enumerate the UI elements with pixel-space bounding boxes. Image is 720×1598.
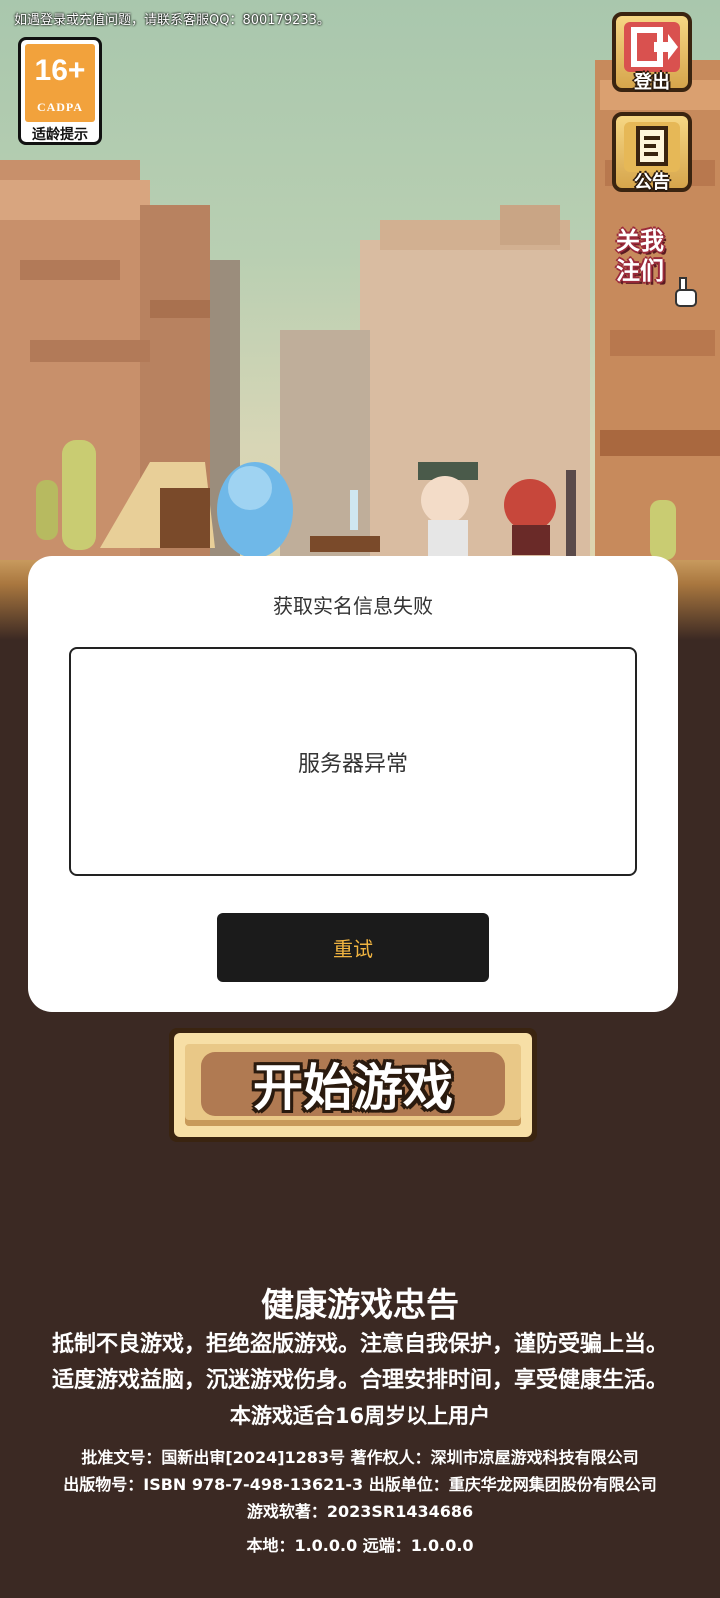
age-rating-label: 适龄提示 [32,127,88,143]
age-rating-number: 16+ [34,54,86,87]
health-advice-age-line: 本游戏适合16周岁以上用户 [229,1404,491,1428]
logout-button[interactable]: 登出 [612,12,692,93]
announcement-button[interactable]: 公告 [612,112,692,193]
dialog-title: 获取实名信息失败 [273,594,433,618]
error-message: 服务器异常 [297,751,408,777]
age-rating-org: CADPA [36,100,84,114]
hand-pointer-icon [675,277,697,307]
age-rating-panel: 16+ CADPA [25,44,95,122]
start-game-label: 开始游戏 [253,1059,453,1117]
health-advice-line1: 抵制不良游戏，拒绝盗版游戏。注意自我保护，谨防受骗上当。 [51,1332,668,1357]
error-message-box: 服务器异常 [69,647,637,876]
logout-label: 登出 [634,72,670,93]
follow-us-line1: 关我 [616,227,664,255]
publication-isbn-line: 出版物号：ISBN 978-7-498-13621-3 出版单位：重庆华龙网集团… [63,1475,657,1494]
health-advice-title: 健康游戏忠告 [261,1285,459,1324]
game-scene-background [0,0,720,640]
follow-us-line2: 注们 [616,257,664,285]
announcement-icon [624,122,680,172]
start-game-button[interactable]: 开始游戏 [169,1028,537,1142]
realname-error-dialog: 获取实名信息失败 服务器异常 重试 [28,556,678,1012]
retry-button[interactable]: 重试 [217,913,489,982]
health-advice-line2: 适度游戏益脑，沉迷游戏伤身。合理安排时间，享受健康生活。 [51,1368,668,1393]
logout-icon [624,22,680,72]
version-info: 本地：1.0.0.0 远端：1.0.0.0 [246,1536,474,1555]
age-rating-badge: 16+ CADPA 适龄提示 [18,37,102,145]
announcement-label: 公告 [634,172,670,193]
support-notice: 如遇登录或充值问题，请联系客服QQ：800179233。 [14,13,330,28]
software-copyright-line: 游戏软著：2023SR1434686 [246,1502,474,1521]
follow-us-button[interactable]: 关我 注们 [614,228,704,308]
desert-cliffs-illustration [0,60,720,560]
publication-approval-line: 批准文号：国新出审[2024]1283号 著作权人：深圳市凉屋游戏科技有限公司 [81,1448,639,1467]
